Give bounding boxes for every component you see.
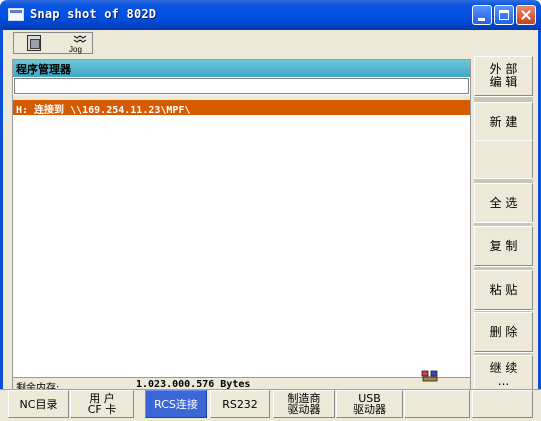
app-window-icon — [8, 8, 24, 21]
softkey-rcs-connect[interactable]: RCS连接 — [145, 390, 207, 418]
maximize-button[interactable] — [494, 5, 514, 25]
network-icon — [421, 370, 438, 382]
client-area: Jog 程序管理器 H: 连接到 \\169.254.11.23\MPF\ 剩余… — [0, 30, 541, 420]
program-manager-panel: 程序管理器 H: 连接到 \\169.254.11.23\MPF\ — [12, 59, 471, 384]
minimize-button[interactable] — [472, 5, 492, 25]
path-input[interactable] — [14, 78, 469, 94]
softkey-empty[interactable] — [472, 390, 533, 418]
close-button[interactable] — [516, 5, 536, 25]
jog-label: Jog — [69, 45, 82, 54]
softkey-external-edit[interactable]: 外 部 编 辑 — [474, 56, 533, 96]
title-bar[interactable]: Snap shot of 802D — [0, 0, 541, 30]
mode-box: Jog — [13, 32, 93, 54]
softkey-manufacturer-drive[interactable]: 制造商 驱动器 — [273, 390, 335, 418]
softkey-rs232[interactable]: RS232 — [210, 390, 270, 418]
softkey-copy[interactable]: 复 制 — [474, 226, 533, 266]
app-window: Snap shot of 802D Jog 程序管理器 H: 连接到 \\169 — [0, 0, 541, 421]
softkey-usb-drive[interactable]: USB 驱动器 — [336, 390, 403, 418]
panel-icon[interactable] — [27, 35, 41, 51]
toolbar: Jog — [6, 30, 535, 55]
softkey-empty[interactable] — [404, 390, 470, 418]
softkey-delete[interactable]: 删 除 — [474, 312, 533, 352]
list-item-label: H: 连接到 \\169.254.11.23\MPF\ — [16, 105, 191, 116]
softkey-select-all[interactable]: 全 选 — [474, 183, 533, 223]
panel-title: 程序管理器 — [16, 63, 71, 76]
softkey-user-cf-card[interactable]: 用 户 CF 卡 — [70, 390, 134, 418]
panel-header: 程序管理器 — [13, 60, 470, 77]
softkey-nc-directory[interactable]: NC目录 — [8, 390, 69, 418]
softkey-paste[interactable]: 粘 贴 — [474, 270, 533, 310]
window-title: Snap shot of 802D — [30, 7, 157, 21]
softkey-blank[interactable] — [474, 140, 533, 180]
list-item[interactable]: H: 连接到 \\169.254.11.23\MPF\ — [13, 100, 470, 116]
softkey-new[interactable]: 新 建 — [474, 102, 533, 142]
